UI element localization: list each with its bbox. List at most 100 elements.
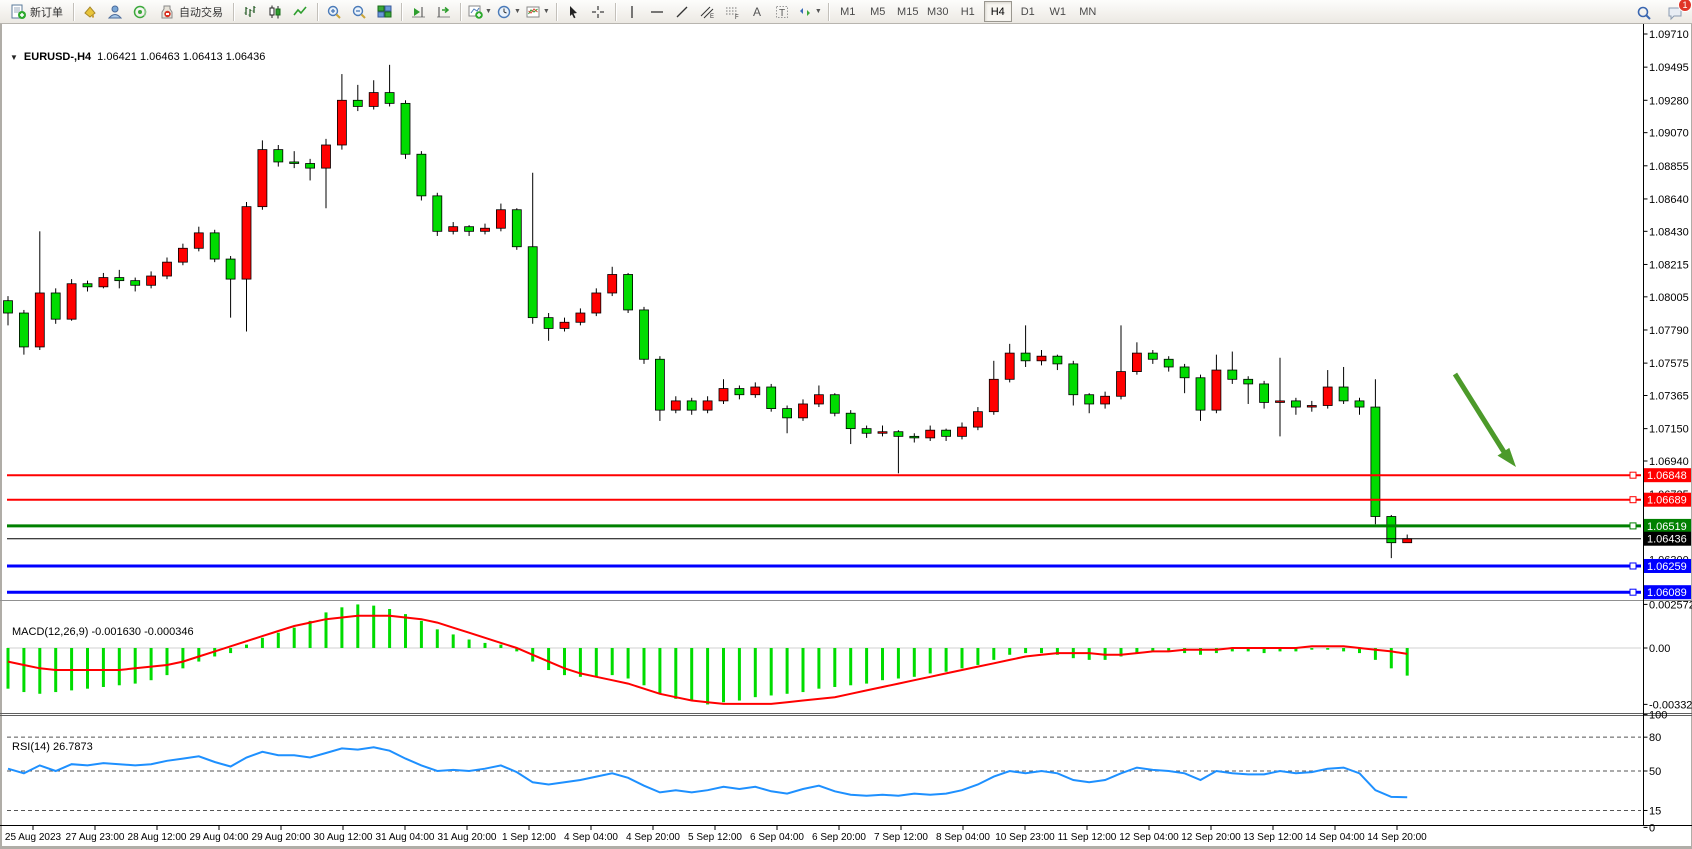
timeframe-m15[interactable]: M15 [894,1,922,22]
trendline-icon [674,4,691,20]
arrows-button[interactable]: ▼ [796,0,823,23]
candlestick-chart-icon [267,4,284,20]
candlestick-chart-button[interactable] [264,0,287,23]
svg-text:1.08005: 1.08005 [1649,292,1689,304]
bar-chart-button[interactable] [239,0,262,23]
support-resistance-line[interactable]: 1.06259 [7,559,1691,573]
zoom-in-icon [326,4,343,20]
cursor-button[interactable] [562,0,585,23]
chart-shift-button[interactable] [432,0,455,23]
svg-text:13 Sep 12:00: 13 Sep 12:00 [1243,832,1303,843]
dropdown-caret: ▼ [815,8,822,15]
profile-button[interactable] [104,0,127,23]
timeframe-mn[interactable]: MN [1074,1,1102,22]
panel-frame [0,24,1692,847]
current-price-line[interactable]: 1.06436 [7,532,1691,546]
auto-trading-label: 自动交易 [179,4,223,20]
timeframe-m5[interactable]: M5 [864,1,892,22]
tile-windows-button[interactable] [373,0,396,23]
chevron-down-icon[interactable]: ▼ [10,53,18,62]
new-order-label: 新订单 [30,4,63,20]
separator [233,3,234,21]
channel-button[interactable]: E [696,0,719,23]
text-label-icon: T [774,4,791,20]
vertical-line-button[interactable] [621,0,644,23]
down-trend-arrow[interactable] [1455,374,1516,467]
svg-text:6 Sep 04:00: 6 Sep 04:00 [750,832,804,843]
templates-button[interactable]: ▼ [524,0,551,23]
svg-text:1.09070: 1.09070 [1649,128,1689,140]
order-group: 新订单 [4,1,69,23]
svg-text:1.06259: 1.06259 [1647,561,1687,573]
dropdown-caret: ▼ [543,8,550,15]
svg-text:1.09280: 1.09280 [1649,95,1689,107]
auto-scroll-button[interactable] [407,0,430,23]
text-button[interactable]: A [746,0,769,23]
chart-canvas[interactable]: 1.097101.094951.092801.090701.088551.086… [0,0,1692,849]
auto-trading-button[interactable]: 自动交易 [154,0,228,23]
svg-text:0.00: 0.00 [1649,643,1670,655]
notification-badge: 1 [1678,0,1692,12]
separator [615,3,616,21]
timeframe-w1[interactable]: W1 [1044,1,1072,22]
text-icon: A [749,4,766,20]
support-resistance-line[interactable]: 1.06689 [7,493,1691,507]
timeframe-d1[interactable]: D1 [1014,1,1042,22]
zoom-out-button[interactable] [348,0,371,23]
chat-button[interactable]: 1 [1664,1,1687,24]
support-resistance-line[interactable]: 1.06089 [7,585,1691,599]
svg-text:10 Sep 23:00: 10 Sep 23:00 [995,832,1055,843]
auto-scroll-icon [410,4,427,20]
dropdown-caret: ▼ [514,8,521,15]
svg-text:1.06848: 1.06848 [1647,470,1687,482]
svg-text:29 Aug 20:00: 29 Aug 20:00 [252,832,311,843]
svg-text:E: E [710,14,714,20]
timeframe-h1[interactable]: H1 [954,1,982,22]
toolbar-right: 1 [1632,1,1688,24]
search-button[interactable] [1633,1,1656,24]
timeframe-m1[interactable]: M1 [834,1,862,22]
chart-mode-group [238,1,313,23]
svg-text:1.07365: 1.07365 [1649,390,1689,402]
svg-text:5 Sep 12:00: 5 Sep 12:00 [688,832,742,843]
time-axis: 25 Aug 202327 Aug 23:0028 Aug 12:0029 Au… [5,826,1427,844]
separator [460,3,461,21]
zoom-out-icon [351,4,368,20]
rsi-panel: 1008050150 [7,710,1667,835]
macd-indicator-label: MACD(12,26,9) -0.001630 -0.000346 [12,626,194,638]
svg-text:1.07575: 1.07575 [1649,358,1689,370]
svg-text:1.08430: 1.08430 [1649,226,1689,238]
new-order-button[interactable]: 新订单 [5,0,68,23]
timeframe-h4[interactable]: H4 [984,1,1012,22]
new-chart-icon [467,4,484,20]
svg-text:A: A [753,5,761,19]
profile-icon [107,4,124,20]
trendline-button[interactable] [671,0,694,23]
line-chart-button[interactable] [289,0,312,23]
text-label-button[interactable]: T [771,0,794,23]
bar-chart-icon [242,4,259,20]
zoom-in-button[interactable] [323,0,346,23]
horizontal-line-icon [649,4,666,20]
chart-title: ▼ EURUSD-,H4 1.06421 1.06463 1.06413 1.0… [10,51,265,63]
templates-icon [525,4,542,20]
support-resistance-line[interactable]: 1.06848 [7,468,1691,482]
periods-button[interactable]: ▼ [495,0,522,23]
alerts-button[interactable] [129,0,152,23]
svg-text:27 Aug 23:00: 27 Aug 23:00 [66,832,125,843]
styler-button[interactable] [79,0,102,23]
service-group: 自动交易 [78,1,229,23]
new-chart-button[interactable]: ▼ [466,0,493,23]
svg-text:14 Sep 04:00: 14 Sep 04:00 [1305,832,1365,843]
chart-ohlc-values: 1.06421 1.06463 1.06413 1.06436 [97,51,265,63]
timeframe-m30[interactable]: M30 [924,1,952,22]
fibonacci-button[interactable]: F [721,0,744,23]
crosshair-button[interactable] [587,0,610,23]
separator [73,3,74,21]
horizontal-line-button[interactable] [646,0,669,23]
svg-text:12 Sep 04:00: 12 Sep 04:00 [1119,832,1179,843]
svg-text:31 Aug 04:00: 31 Aug 04:00 [376,832,435,843]
svg-text:7 Sep 12:00: 7 Sep 12:00 [874,832,928,843]
search-icon [1636,5,1653,21]
support-resistance-line[interactable]: 1.06519 [7,519,1691,533]
